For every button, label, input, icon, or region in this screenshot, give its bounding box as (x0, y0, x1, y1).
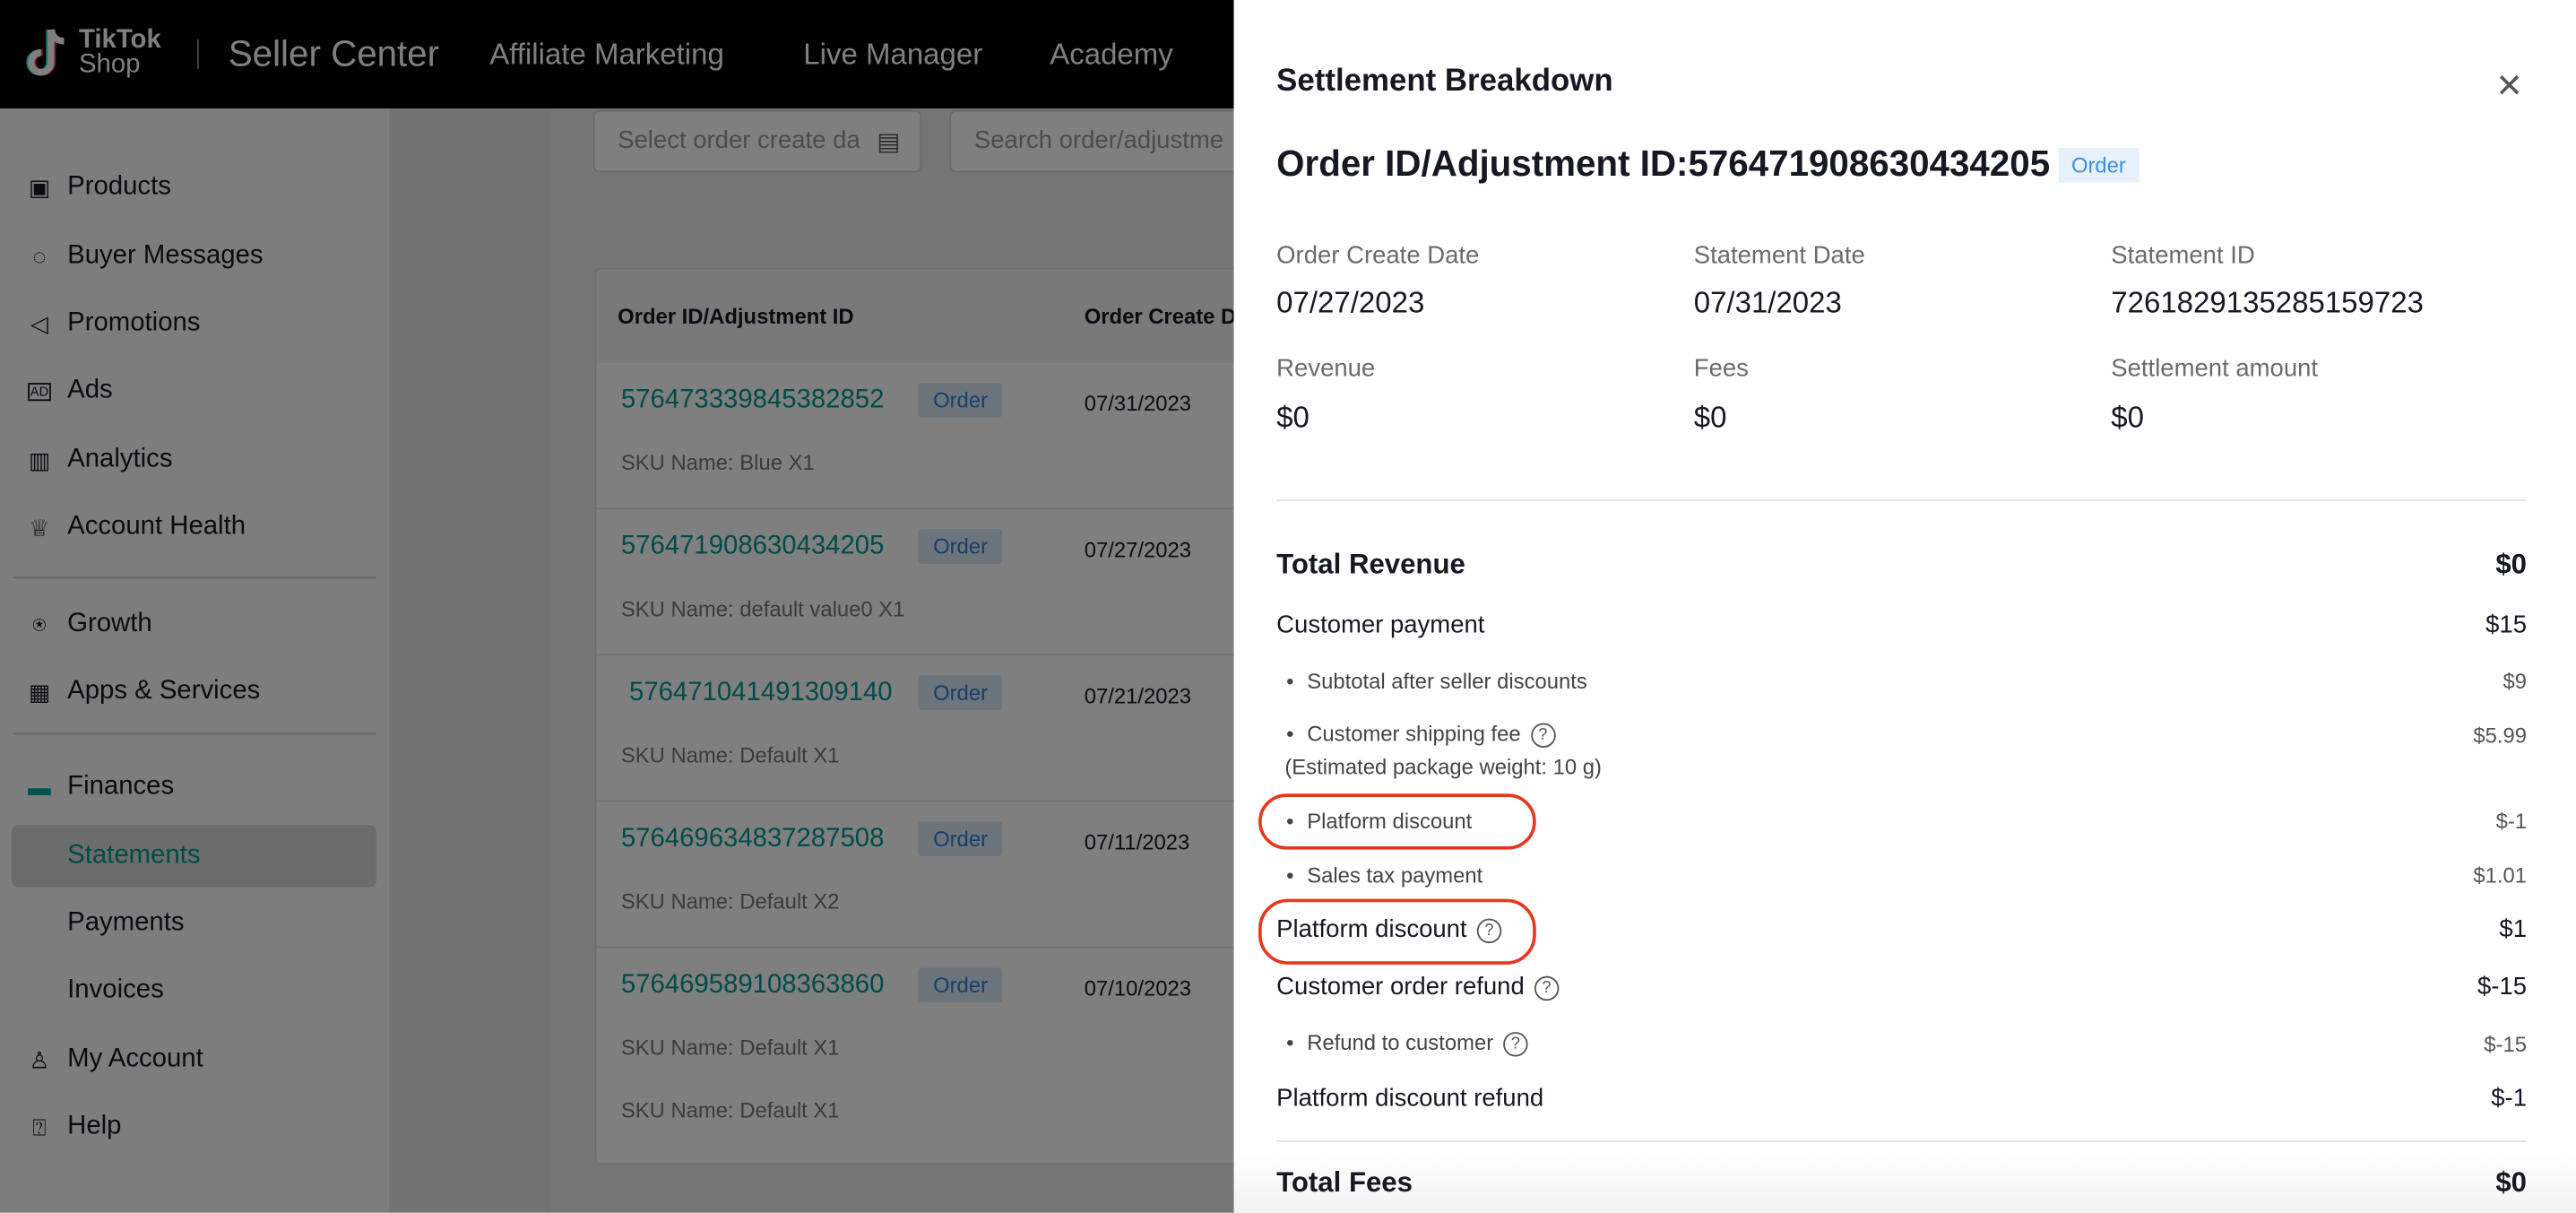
order-id-heading: Order ID/Adjustment ID:57647190863043420… (1276, 143, 2139, 186)
help-icon[interactable]: ? (1530, 723, 1556, 749)
summary-label: Order Create Date (1276, 241, 1480, 270)
line-label: Customer order refund (1276, 973, 1525, 1001)
line-amount: $0 (2495, 549, 2528, 581)
drawer-title: Settlement Breakdown (1276, 64, 1613, 99)
line-platform-discount-refund: Platform discount refund $-1 (1276, 1085, 2527, 1113)
help-icon[interactable]: ? (1476, 917, 1502, 943)
summary-value: $0 (1693, 401, 1727, 434)
line-amount: $-15 (2484, 1031, 2528, 1056)
line-label: Platform discount (1307, 808, 1473, 834)
line-label: Total Revenue (1276, 549, 1465, 581)
line-amount: $15 (2485, 611, 2528, 640)
order-id-text: Order ID/Adjustment ID:57647190863043420… (1276, 143, 2051, 185)
summary-value: 07/31/2023 (1693, 285, 1842, 319)
line-amount: $-1 (2491, 1084, 2528, 1113)
line-amount: $-1 (2495, 808, 2528, 834)
line-customer-payment: Customer payment $15 (1276, 611, 2527, 639)
summary-label: Settlement amount (2111, 354, 2319, 384)
line-label: Sales tax payment (1307, 862, 1483, 888)
line-refund-to-customer: • Refund to customer? $-15 (1286, 1030, 2528, 1057)
shipping-note: (Estimated package weight: 10 g) (1284, 754, 1602, 779)
summary-value: 7261829135285159723 (2111, 285, 2424, 319)
line-label: Customer shipping fee (1307, 721, 1521, 747)
line-amount: $1 (2499, 914, 2528, 944)
line-label: Platform discount refund (1276, 1084, 1544, 1113)
summary-label: Revenue (1276, 354, 1376, 384)
modal-backdrop[interactable] (0, 0, 1234, 1213)
line-shipping-fee: • Customer shipping fee? $5.99 (1286, 721, 2528, 749)
line-amount: $9 (2503, 668, 2528, 694)
line-sales-tax: • Sales tax payment $1.01 (1286, 862, 2528, 888)
line-amount: $1.01 (2473, 862, 2528, 888)
line-label: Total Fees (1276, 1166, 1413, 1199)
divider (1276, 499, 2528, 502)
help-icon[interactable]: ? (1503, 1032, 1528, 1057)
summary-label: Statement ID (2111, 241, 2255, 270)
line-platform-discount-sub: • Platform discount $-1 (1286, 808, 2528, 834)
settlement-drawer: Settlement Breakdown ✕ Order ID/Adjustme… (1233, 0, 2576, 1213)
line-label: Customer payment (1276, 611, 1485, 640)
summary-label: Fees (1693, 354, 1749, 384)
help-icon[interactable]: ? (1534, 975, 1560, 1001)
line-amount: $0 (2495, 1166, 2528, 1199)
summary-value: $0 (2111, 401, 2145, 434)
divider (1276, 1140, 2528, 1142)
line-amount: $5.99 (2473, 722, 2528, 748)
line-label: Platform discount (1276, 914, 1467, 944)
line-label: Refund to customer (1307, 1030, 1494, 1055)
type-badge: Order (2058, 147, 2139, 182)
line-amount: $-15 (2477, 973, 2528, 1001)
line-total-fees: Total Fees $0 (1276, 1166, 2527, 1200)
line-platform-discount: Platform discount? $1 (1276, 915, 2527, 943)
line-customer-order-refund: Customer order refund? $-15 (1276, 973, 2527, 1001)
line-label: Subtotal after seller discounts (1307, 668, 1587, 694)
summary-label: Statement Date (1693, 241, 1865, 270)
line-subtotal: • Subtotal after seller discounts $9 (1286, 668, 2528, 694)
summary-value: 07/27/2023 (1276, 285, 1425, 319)
close-icon[interactable]: ✕ (2495, 65, 2523, 107)
summary-value: $0 (1276, 401, 1310, 434)
line-total-revenue: Total Revenue $0 (1276, 549, 2527, 582)
